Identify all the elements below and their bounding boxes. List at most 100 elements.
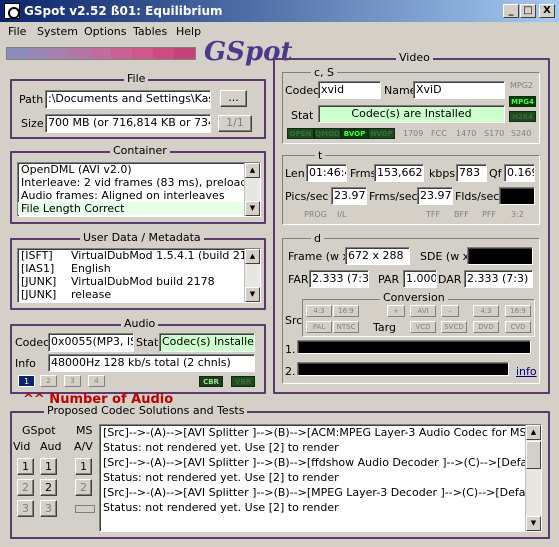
ms-column-label: MS: [76, 424, 93, 437]
menu-system[interactable]: System: [37, 25, 78, 38]
color-gradient-bar: [6, 47, 196, 60]
pulldown-tag: 3:2: [511, 210, 524, 219]
metadata-row: [JUNK] release: [18, 288, 260, 301]
dar-field[interactable]: 2.333 (7:3): [464, 270, 533, 288]
targ-minus-button[interactable]: –: [441, 305, 459, 317]
maximize-button[interactable]: □: [520, 4, 536, 18]
close-button[interactable]: X: [539, 4, 555, 18]
targ-svcd-button[interactable]: SVCD: [441, 321, 467, 333]
scroll-thumb[interactable]: [526, 441, 541, 469]
gspot-vid-3-button[interactable]: 3: [17, 500, 34, 517]
audio-stream-4-button[interactable]: 4: [88, 375, 105, 387]
av-column-label: A/V: [74, 440, 93, 453]
video-codec-label: Codec: [285, 84, 320, 97]
targ-vcd-button[interactable]: VCD: [410, 321, 436, 333]
targ-avi-button[interactable]: AVI: [410, 305, 436, 317]
pics-sec-field[interactable]: 23.976: [331, 187, 367, 205]
ms-1-button[interactable]: 1: [75, 458, 92, 475]
dar-label: DAR: [438, 273, 462, 286]
size-label: Size: [21, 117, 44, 130]
scroll-down-icon[interactable]: ▼: [526, 516, 541, 531]
scroll-up-icon[interactable]: ▲: [245, 163, 260, 178]
targ-4-3-button[interactable]: 4:3: [473, 305, 499, 317]
gspot-aud-3-button[interactable]: 3: [40, 500, 57, 517]
far-field[interactable]: 2.333 (7:3): [309, 270, 369, 288]
src-4-3-button[interactable]: 4:3: [306, 305, 332, 317]
menu-options[interactable]: Options: [84, 25, 126, 38]
frms-sec-field[interactable]: 23.976: [417, 187, 453, 205]
audio-codec-field[interactable]: 0x0055(MP3, ISO: [48, 333, 134, 352]
userdata-group-title: User Data / Metadata: [80, 231, 204, 244]
src-16-9-button[interactable]: 16:9: [333, 305, 359, 317]
minimize-button[interactable]: _: [503, 4, 519, 18]
kbps-label: kbps: [429, 167, 456, 180]
userdata-scrollbar[interactable]: ▲ ▼: [244, 249, 260, 302]
scroll-up-icon[interactable]: ▲: [245, 249, 260, 264]
sde-field[interactable]: [467, 247, 533, 265]
audio-info-field[interactable]: 48000Hz 128 kb/s total (2 chnls): [48, 354, 255, 372]
src-ntsc-button[interactable]: NTSC: [333, 321, 359, 333]
browse-button[interactable]: ...: [220, 90, 247, 107]
line-1-field[interactable]: [297, 340, 531, 354]
qmod-indicator: QMOD: [314, 128, 341, 139]
color-bar-segment: [27, 48, 49, 59]
color-bar-segment: [132, 48, 154, 59]
targ-plus-button[interactable]: +: [387, 305, 405, 317]
line-2-field[interactable]: [297, 362, 509, 376]
color-bar-segment: [174, 48, 196, 59]
scroll-down-icon[interactable]: ▼: [245, 201, 260, 216]
size-field[interactable]: 700 MB (or 716,814 KB or 734,01: [45, 114, 211, 133]
gspot-aud-1-button[interactable]: 1: [40, 458, 57, 475]
path-field[interactable]: :\Documents and Settings\Kasey: [45, 90, 211, 109]
info-link[interactable]: info: [516, 365, 537, 378]
status-line: Status: not rendered yet. Use [2] to ren…: [103, 441, 339, 454]
status-line: Status: not rendered yet. Use [2] to ren…: [103, 471, 339, 484]
d-subpanel-title: d: [311, 232, 324, 245]
frame-field[interactable]: 672 x 288: [345, 247, 410, 265]
src-pal-button[interactable]: PAL: [306, 321, 332, 333]
audio-stream-1-button[interactable]: 1: [18, 375, 35, 387]
container-scrollbar[interactable]: ▲ ▼: [244, 163, 260, 216]
targ-16-9-button[interactable]: 16:9: [505, 305, 531, 317]
scroll-down-icon[interactable]: ▼: [245, 287, 260, 302]
scroll-up-icon[interactable]: ▲: [526, 425, 541, 440]
filter-chain-line: [Src]-->-(A)-->[AVI Splitter ]-->(B)-->[…: [103, 456, 542, 469]
tff-tag: TFF: [426, 210, 441, 219]
len-field[interactable]: 01:46:49: [306, 164, 347, 182]
size-page-button[interactable]: 1/1: [218, 115, 252, 132]
menu-file[interactable]: File: [8, 25, 26, 38]
audio-group-title: Audio: [121, 317, 159, 330]
gspot-vid-1-button[interactable]: 1: [17, 458, 34, 475]
app-icon[interactable]: [4, 3, 20, 19]
container-listbox[interactable]: OpenDML (AVI v2.0) Interleave: 2 vid fra…: [17, 162, 261, 217]
title-bar[interactable]: GSpot v2.52 ß01: Equilibrium _ □ X: [0, 0, 559, 22]
ms-2-button[interactable]: 2: [75, 479, 92, 496]
menu-tables[interactable]: Tables: [133, 25, 167, 38]
userdata-listbox[interactable]: [ISFT] VirtualDubMod 1.5.4.1 (build 2178/…: [17, 248, 261, 303]
audio-stream-2-button[interactable]: 2: [40, 375, 57, 387]
video-codec-field[interactable]: xvid: [318, 81, 381, 99]
filter-chain-line: [Src]-->-(A)-->[AVI Splitter ]-->(B)-->[…: [103, 426, 541, 439]
metadata-key: [JUNK]: [21, 288, 57, 301]
video-name-field[interactable]: XviD: [413, 81, 505, 99]
proposed-listbox[interactable]: [Src]-->-(A)-->[AVI Splitter ]-->(B)-->[…: [99, 424, 542, 532]
color-bar-segment: [90, 48, 112, 59]
color-bar-segment: [153, 48, 175, 59]
kbps-field[interactable]: 783: [456, 164, 487, 182]
targ-dvd-button[interactable]: DVD: [473, 321, 499, 333]
flds-sec-field[interactable]: [499, 187, 535, 205]
targ-cvd-button[interactable]: CVD: [505, 321, 531, 333]
menu-help[interactable]: Help: [176, 25, 201, 38]
par-field[interactable]: 1.000: [403, 270, 437, 288]
frms-field[interactable]: 153,662: [374, 164, 424, 182]
color-bar-segment: [48, 48, 70, 59]
color-bar-segment: [7, 48, 28, 59]
audio-stream-3-button[interactable]: 3: [64, 375, 81, 387]
gspot-vid-2-button[interactable]: 2: [17, 479, 34, 496]
gspot-aud-2-button[interactable]: 2: [40, 479, 57, 496]
tag-s170: S170: [484, 129, 505, 138]
line-2-label: 2.: [285, 365, 296, 378]
qf-field[interactable]: 0.169: [504, 164, 535, 182]
video-name-label: Name: [384, 84, 417, 97]
proposed-scrollbar[interactable]: ▲ ▼: [525, 425, 541, 531]
